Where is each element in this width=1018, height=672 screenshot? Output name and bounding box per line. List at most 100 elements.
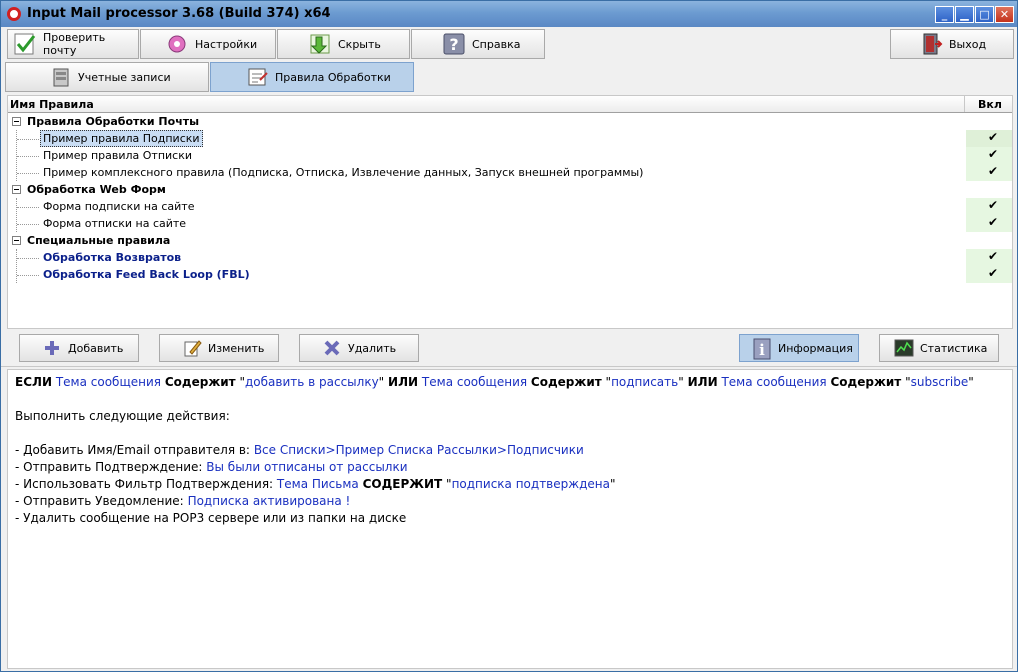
header-enabled[interactable]: Вкл	[978, 98, 1002, 111]
header-divider	[964, 96, 965, 112]
collapse-toggle[interactable]	[12, 185, 21, 194]
condition-field[interactable]: Тема сообщения	[56, 375, 161, 389]
enabled-checkbox[interactable]: ✔	[988, 267, 1000, 279]
help-button[interactable]: ? Справка	[411, 29, 545, 59]
exit-button[interactable]: Выход	[890, 29, 1014, 59]
tree-group-special[interactable]: Специальные правила	[8, 232, 1012, 249]
rule-actions-bar: Добавить Изменить Удалить i Информация С…	[1, 329, 1017, 367]
help-label: Справка	[472, 37, 521, 51]
enabled-checkbox[interactable]: ✔	[988, 148, 1000, 160]
action-operator[interactable]: СОДЕРЖИТ	[363, 477, 443, 491]
action-line-4: - Отправить Уведомление: Подписка активи…	[15, 493, 1005, 510]
enabled-cell[interactable]: ✔	[966, 198, 1012, 215]
minimize-alt-button[interactable]: ▁	[955, 6, 974, 23]
statistics-label: Статистика	[920, 341, 988, 355]
exit-door-icon	[919, 32, 943, 56]
enabled-checkbox[interactable]: ✔	[988, 165, 1000, 177]
app-icon	[7, 7, 21, 21]
svg-text:?: ?	[449, 35, 458, 54]
enabled-cell[interactable]: ✔	[966, 266, 1012, 283]
settings-icon	[165, 32, 189, 56]
tab-accounts-label: Учетные записи	[78, 70, 171, 84]
statistics-chart-icon	[894, 338, 914, 358]
minimize-button[interactable]: _	[935, 6, 954, 23]
tree-item-bounces[interactable]: Обработка Возвратов ✔	[8, 249, 1012, 266]
tree-item-subscribe-form[interactable]: Форма подписки на сайте ✔	[8, 198, 1012, 215]
hide-arrow-icon	[308, 32, 332, 56]
condition-value[interactable]: подписать	[611, 375, 678, 389]
action-label: - Отправить Подтверждение:	[15, 460, 203, 474]
enabled-checkbox[interactable]: ✔	[988, 131, 1000, 143]
enabled-checkbox[interactable]: ✔	[988, 250, 1000, 262]
tree-item-complex-rule[interactable]: Пример комплексного правила (Подписка, О…	[8, 164, 1012, 181]
settings-button[interactable]: Настройки	[140, 29, 276, 59]
group-label: Обработка Web Форм	[27, 183, 166, 196]
rule-label: Пример правила Подписки	[40, 130, 203, 147]
maximize-button[interactable]: □	[975, 6, 994, 23]
tree-item-fbl[interactable]: Обработка Feed Back Loop (FBL) ✔	[8, 266, 1012, 283]
delete-x-icon	[322, 338, 342, 358]
tree-item-subscribe-rule[interactable]: Пример правила Подписки ✔	[8, 130, 1012, 147]
hide-button[interactable]: Скрыть	[277, 29, 410, 59]
action-value-link[interactable]: подписка подтверждена	[452, 477, 610, 491]
enabled-checkbox[interactable]: ✔	[988, 216, 1000, 228]
tree-group-mail-rules[interactable]: Правила Обработки Почты	[8, 113, 1012, 130]
help-icon: ?	[442, 32, 466, 56]
condition-operator[interactable]: Содержит	[830, 375, 901, 389]
action-line-1: - Добавить Имя/Email отправителя в: Все …	[15, 442, 1005, 459]
quote: "	[968, 375, 974, 389]
actions-title: Выполнить следующие действия:	[15, 409, 230, 423]
action-value-link[interactable]: Подписка активирована !	[188, 494, 351, 508]
delete-rule-button[interactable]: Удалить	[299, 334, 419, 362]
condition-field[interactable]: Тема сообщения	[721, 375, 826, 389]
tree-group-web-forms[interactable]: Обработка Web Форм	[8, 181, 1012, 198]
statistics-button[interactable]: Статистика	[879, 334, 999, 362]
action-value-link[interactable]: Все Списки>Пример Списка Рассылки>Подпис…	[254, 443, 584, 457]
quote: "	[378, 375, 385, 389]
enabled-cell[interactable]: ✔	[966, 164, 1012, 181]
collapse-toggle[interactable]	[12, 117, 21, 126]
edit-rule-button[interactable]: Изменить	[159, 334, 279, 362]
enabled-cell[interactable]: ✔	[966, 130, 1012, 147]
or-keyword: ИЛИ	[388, 375, 419, 389]
info-button[interactable]: i Информация	[739, 334, 859, 362]
action-value-link[interactable]: Вы были отписаны от рассылки	[206, 460, 407, 474]
rules-tree[interactable]: Имя Правила Вкл Правила Обработки Почты …	[7, 95, 1013, 329]
title-bar[interactable]: Input Mail processor 3.68 (Build 374) x6…	[1, 1, 1017, 27]
accounts-icon	[50, 66, 72, 88]
header-rule-name[interactable]: Имя Правила	[10, 98, 94, 111]
add-rule-button[interactable]: Добавить	[19, 334, 139, 362]
enabled-cell[interactable]: ✔	[966, 249, 1012, 266]
rule-label: Форма подписки на сайте	[43, 200, 195, 213]
window-title: Input Mail processor 3.68 (Build 374) x6…	[27, 6, 331, 21]
condition-operator[interactable]: Содержит	[165, 375, 236, 389]
condition-operator[interactable]: Содержит	[531, 375, 602, 389]
info-label: Информация	[778, 341, 853, 355]
enabled-checkbox[interactable]: ✔	[988, 199, 1000, 211]
rule-label: Обработка Возвратов	[43, 251, 182, 264]
tree-item-unsubscribe-form[interactable]: Форма отписки на сайте ✔	[8, 215, 1012, 232]
enabled-cell[interactable]: ✔	[966, 215, 1012, 232]
enabled-cell[interactable]: ✔	[966, 147, 1012, 164]
close-button[interactable]: ✕	[995, 6, 1014, 23]
action-line-5: - Удалить сообщение на POP3 сервере или …	[15, 511, 407, 525]
edit-label: Изменить	[208, 341, 265, 355]
svg-text:i: i	[759, 341, 765, 359]
condition-line: ЕСЛИ Тема сообщения Содержит "добавить в…	[15, 374, 1005, 391]
tab-accounts[interactable]: Учетные записи	[5, 62, 209, 92]
condition-value[interactable]: subscribe	[911, 375, 969, 389]
check-mail-button[interactable]: Проверить почту	[7, 29, 139, 59]
rules-icon	[247, 66, 269, 88]
settings-label: Настройки	[195, 37, 258, 51]
collapse-toggle[interactable]	[12, 236, 21, 245]
delete-label: Удалить	[348, 341, 397, 355]
action-label: - Отправить Уведомление:	[15, 494, 184, 508]
tree-item-unsubscribe-rule[interactable]: Пример правила Отписки ✔	[8, 147, 1012, 164]
action-value-link[interactable]: Тема Письма	[277, 477, 359, 491]
tab-rules-label: Правила Обработки	[275, 70, 391, 84]
rules-header: Имя Правила Вкл	[8, 96, 1012, 113]
rule-label: Форма отписки на сайте	[43, 217, 187, 230]
condition-value[interactable]: добавить в рассылку	[245, 375, 379, 389]
tab-rules[interactable]: Правила Обработки	[210, 62, 414, 92]
condition-field[interactable]: Тема сообщения	[422, 375, 527, 389]
